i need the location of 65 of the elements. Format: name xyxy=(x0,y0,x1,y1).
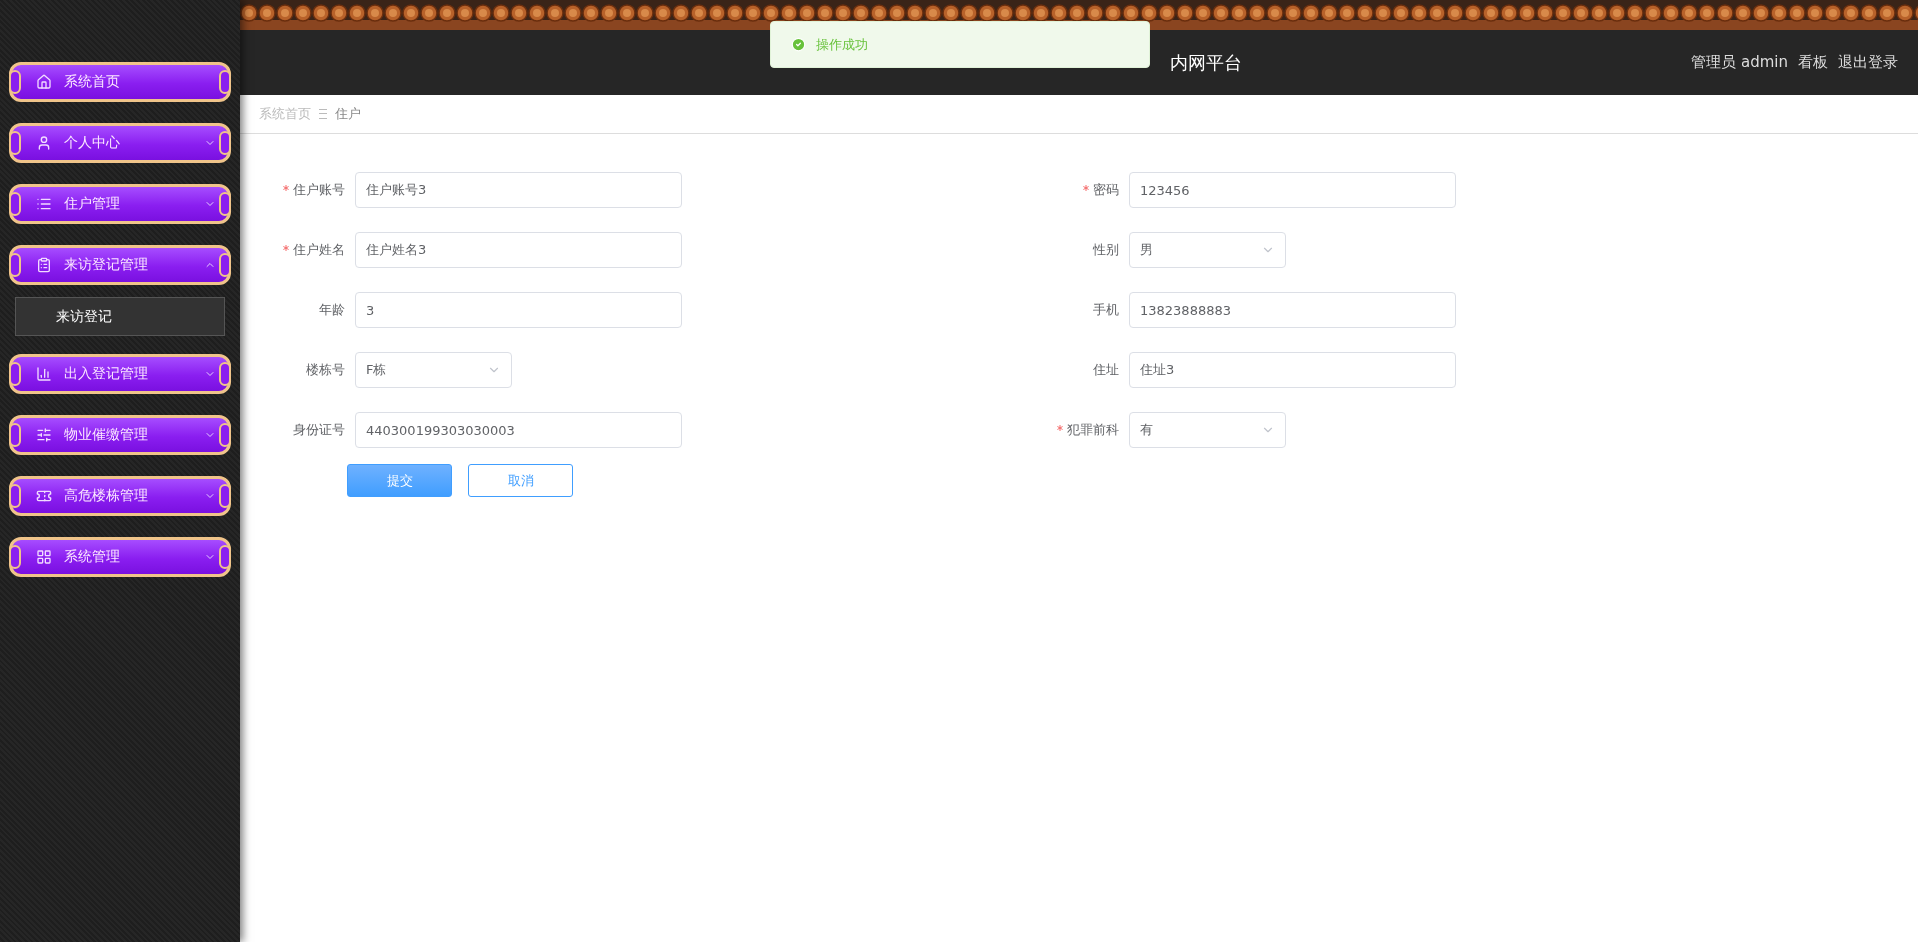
field-label: 住户姓名 xyxy=(293,241,345,259)
required-asterisk-icon xyxy=(1083,185,1089,191)
input-field[interactable]: 440300199303030003 xyxy=(355,412,682,448)
field-label: 手机 xyxy=(1093,301,1119,319)
scroll-ornament-icon xyxy=(219,253,231,277)
scroll-ornament-icon xyxy=(9,484,21,508)
scroll-ornament-icon xyxy=(219,362,231,386)
bar-chart-icon xyxy=(36,366,52,382)
user-icon xyxy=(36,135,52,151)
field-label: 性别 xyxy=(1093,241,1119,259)
ticket-icon xyxy=(36,488,52,504)
sidebar-item[interactable]: 系统首页 xyxy=(9,62,231,102)
required-asterisk-icon xyxy=(283,185,289,191)
separator-icon xyxy=(319,109,327,119)
clipboard-icon xyxy=(36,257,52,273)
scroll-ornament-icon xyxy=(9,192,21,216)
field-label: 密码 xyxy=(1093,181,1119,199)
field-label: 犯罪前科 xyxy=(1067,421,1119,439)
sidebar-item[interactable]: 来访登记管理 xyxy=(9,245,231,285)
select-field[interactable]: 有 xyxy=(1129,412,1286,448)
scroll-ornament-icon xyxy=(219,131,231,155)
home-icon xyxy=(36,74,52,90)
sidebar-item[interactable]: 高危楼栋管理 xyxy=(9,476,231,516)
sidebar-item[interactable]: 个人中心 xyxy=(9,123,231,163)
scroll-ornament-icon xyxy=(9,253,21,277)
input-field[interactable]: 住址3 xyxy=(1129,352,1456,388)
sidebar-item[interactable]: 物业催缴管理 xyxy=(9,415,231,455)
scroll-ornament-icon xyxy=(219,70,231,94)
sidebar-item[interactable]: 出入登记管理 xyxy=(9,354,231,394)
check-circle-icon xyxy=(791,37,806,52)
scroll-ornament-icon xyxy=(219,192,231,216)
submenu-item[interactable]: 来访登记 xyxy=(15,297,225,336)
scroll-ornament-icon xyxy=(9,362,21,386)
field-label: 住址 xyxy=(1093,361,1119,379)
site-title: 内网平台 xyxy=(1170,50,1242,75)
sidebar-item[interactable]: 系统管理 xyxy=(9,537,231,577)
field-label: 年龄 xyxy=(319,301,345,319)
scroll-ornament-icon xyxy=(9,70,21,94)
breadcrumb-item[interactable]: 住户 xyxy=(335,105,361,123)
list-icon xyxy=(36,196,52,212)
input-field[interactable]: 住户账号3 xyxy=(355,172,682,208)
required-asterisk-icon xyxy=(1057,425,1063,431)
scroll-ornament-icon xyxy=(9,545,21,569)
required-asterisk-icon xyxy=(283,245,289,251)
select-field[interactable]: F栋 xyxy=(355,352,512,388)
scroll-ornament-icon xyxy=(9,131,21,155)
grid-icon xyxy=(36,549,52,565)
toast-message: 操作成功 xyxy=(816,35,868,54)
field-label: 住户账号 xyxy=(293,181,345,199)
header-link[interactable]: 管理员 admin xyxy=(1691,53,1788,72)
input-field[interactable]: 住户姓名3 xyxy=(355,232,682,268)
select-field[interactable]: 男 xyxy=(1129,232,1286,268)
input-field[interactable]: 123456 xyxy=(1129,172,1456,208)
field-label: 身份证号 xyxy=(293,421,345,439)
input-field[interactable]: 3 xyxy=(355,292,682,328)
sidebar-item[interactable]: 住户管理 xyxy=(9,184,231,224)
header-link[interactable]: 看板 xyxy=(1798,53,1828,72)
header-link[interactable]: 退出登录 xyxy=(1838,53,1898,72)
input-field[interactable]: 13823888883 xyxy=(1129,292,1456,328)
sliders-icon xyxy=(36,427,52,443)
scroll-ornament-icon xyxy=(219,545,231,569)
field-label: 楼栋号 xyxy=(306,361,345,379)
scroll-ornament-icon xyxy=(9,423,21,447)
scroll-ornament-icon xyxy=(219,484,231,508)
scroll-ornament-icon xyxy=(219,423,231,447)
